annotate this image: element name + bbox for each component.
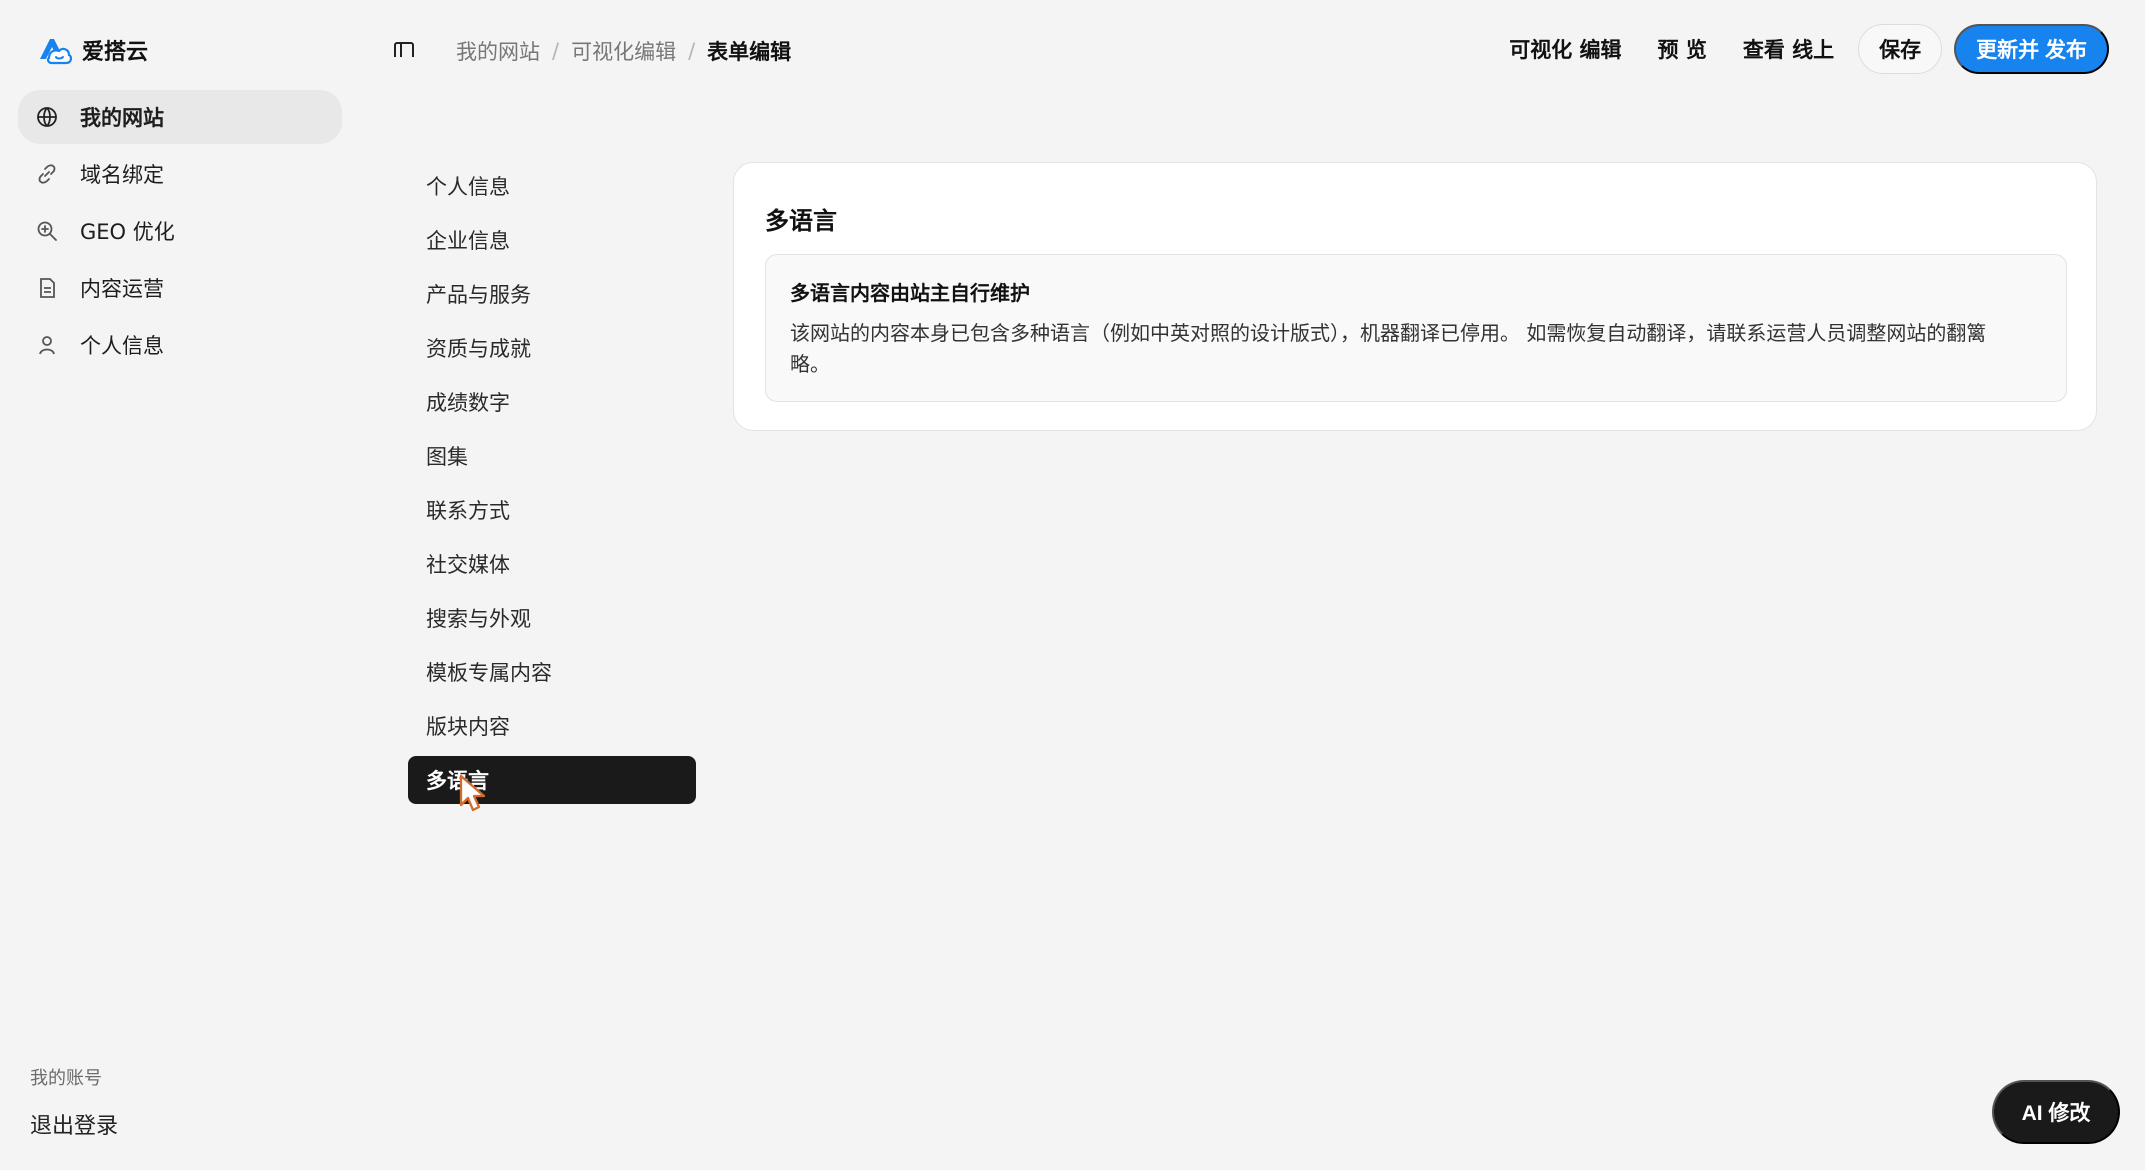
ai-edit-button[interactable]: AI 修改 — [1992, 1080, 2120, 1144]
multilingual-notice: 多语言内容由站主自行维护 该网站的内容本身已包含多种语言（例如中英对照的设计版式… — [765, 254, 2067, 402]
form-section-template-content[interactable]: 模板专属内容 — [408, 648, 696, 696]
sidebar-toggle-icon — [393, 41, 415, 63]
update-and-publish-button[interactable]: 更新并 发布 — [1954, 24, 2109, 74]
visual-edit-button[interactable]: 可视化 编辑 — [1497, 34, 1633, 64]
view-online-button[interactable]: 查看 线上 — [1731, 34, 1846, 64]
breadcrumb: 我的网站 / 可视化编辑 / 表单编辑 — [456, 36, 791, 66]
document-icon — [34, 275, 60, 301]
breadcrumb-visual-editor[interactable]: 可视化编辑 — [571, 36, 676, 66]
brand[interactable]: 爱搭云 — [34, 34, 148, 66]
sidebar-item-label: 内容运营 — [80, 277, 164, 301]
form-section-personal-info[interactable]: 个人信息 — [408, 162, 696, 210]
sidebar-toggle-button[interactable] — [390, 38, 418, 66]
preview-button[interactable]: 预 览 — [1646, 34, 1719, 64]
breadcrumb-separator: / — [688, 39, 696, 63]
notice-title: 多语言内容由站主自行维护 — [790, 281, 1030, 305]
top-actions: 可视化 编辑 预 览 查看 线上 保存 更新并 发布 — [1497, 24, 2109, 74]
sidebar-item-geo-optimization[interactable]: GEO 优化 — [18, 204, 342, 258]
user-icon — [34, 332, 60, 358]
form-section-company-info[interactable]: 企业信息 — [408, 216, 696, 264]
topbar: 我的网站 / 可视化编辑 / 表单编辑 可视化 编辑 预 览 查看 线上 保存 … — [360, 0, 2145, 104]
form-section-contact[interactable]: 联系方式 — [408, 486, 696, 534]
logout-link[interactable]: 退出登录 — [30, 1108, 118, 1140]
form-section-achievement-numbers[interactable]: 成绩数字 — [408, 378, 696, 426]
sidebar-item-label: GEO 优化 — [80, 220, 175, 244]
app-root: 爱搭云 我的网站 域名绑定 GEO 优化 内容运营 个人信息 我的账号 退出登录… — [0, 0, 2145, 1170]
form-section-qualifications[interactable]: 资质与成就 — [408, 324, 696, 372]
sidebar-nav: 我的网站 域名绑定 GEO 优化 内容运营 个人信息 — [18, 90, 342, 375]
sidebar-item-domain-binding[interactable]: 域名绑定 — [18, 147, 342, 201]
sidebar-item-label: 域名绑定 — [80, 163, 164, 187]
sidebar-item-label: 我的网站 — [80, 106, 164, 130]
account-label: 我的账号 — [30, 1068, 102, 1089]
brand-name: 爱搭云 — [82, 40, 149, 65]
save-button[interactable]: 保存 — [1858, 24, 1943, 74]
form-section-products-services[interactable]: 产品与服务 — [408, 270, 696, 318]
form-section-social-media[interactable]: 社交媒体 — [408, 540, 696, 588]
globe-icon — [34, 104, 60, 130]
form-section-multilingual[interactable]: 多语言 — [408, 756, 696, 804]
multilingual-card: 多语言 多语言内容由站主自行维护 该网站的内容本身已包含多种语言（例如中英对照的… — [733, 162, 2097, 431]
breadcrumb-separator: / — [552, 39, 560, 63]
sidebar-item-personal-info[interactable]: 个人信息 — [18, 318, 342, 372]
cloud-logo-icon — [34, 34, 72, 66]
search-plus-icon — [34, 218, 60, 244]
notice-text: 该网站的内容本身已包含多种语言（例如中英对照的设计版式），机器翻译已停用。 如需… — [790, 321, 1987, 376]
form-section-gallery[interactable]: 图集 — [408, 432, 696, 480]
form-section-search-appearance[interactable]: 搜索与外观 — [408, 594, 696, 642]
breadcrumb-form-editor: 表单编辑 — [707, 40, 792, 64]
form-section-block-content[interactable]: 版块内容 — [408, 702, 696, 750]
sidebar-item-my-sites[interactable]: 我的网站 — [18, 90, 342, 144]
sidebar: 爱搭云 我的网站 域名绑定 GEO 优化 内容运营 个人信息 我的账号 退出登录 — [0, 0, 360, 1170]
breadcrumb-my-sites[interactable]: 我的网站 — [456, 36, 540, 66]
link-icon — [34, 161, 60, 187]
form-section-menu: 个人信息 企业信息 产品与服务 资质与成就 成绩数字 图集 联系方式 社交媒体 … — [408, 162, 696, 810]
sidebar-item-label: 个人信息 — [80, 334, 164, 358]
card-title: 多语言 — [765, 207, 837, 235]
sidebar-item-content-operations[interactable]: 内容运营 — [18, 261, 342, 315]
